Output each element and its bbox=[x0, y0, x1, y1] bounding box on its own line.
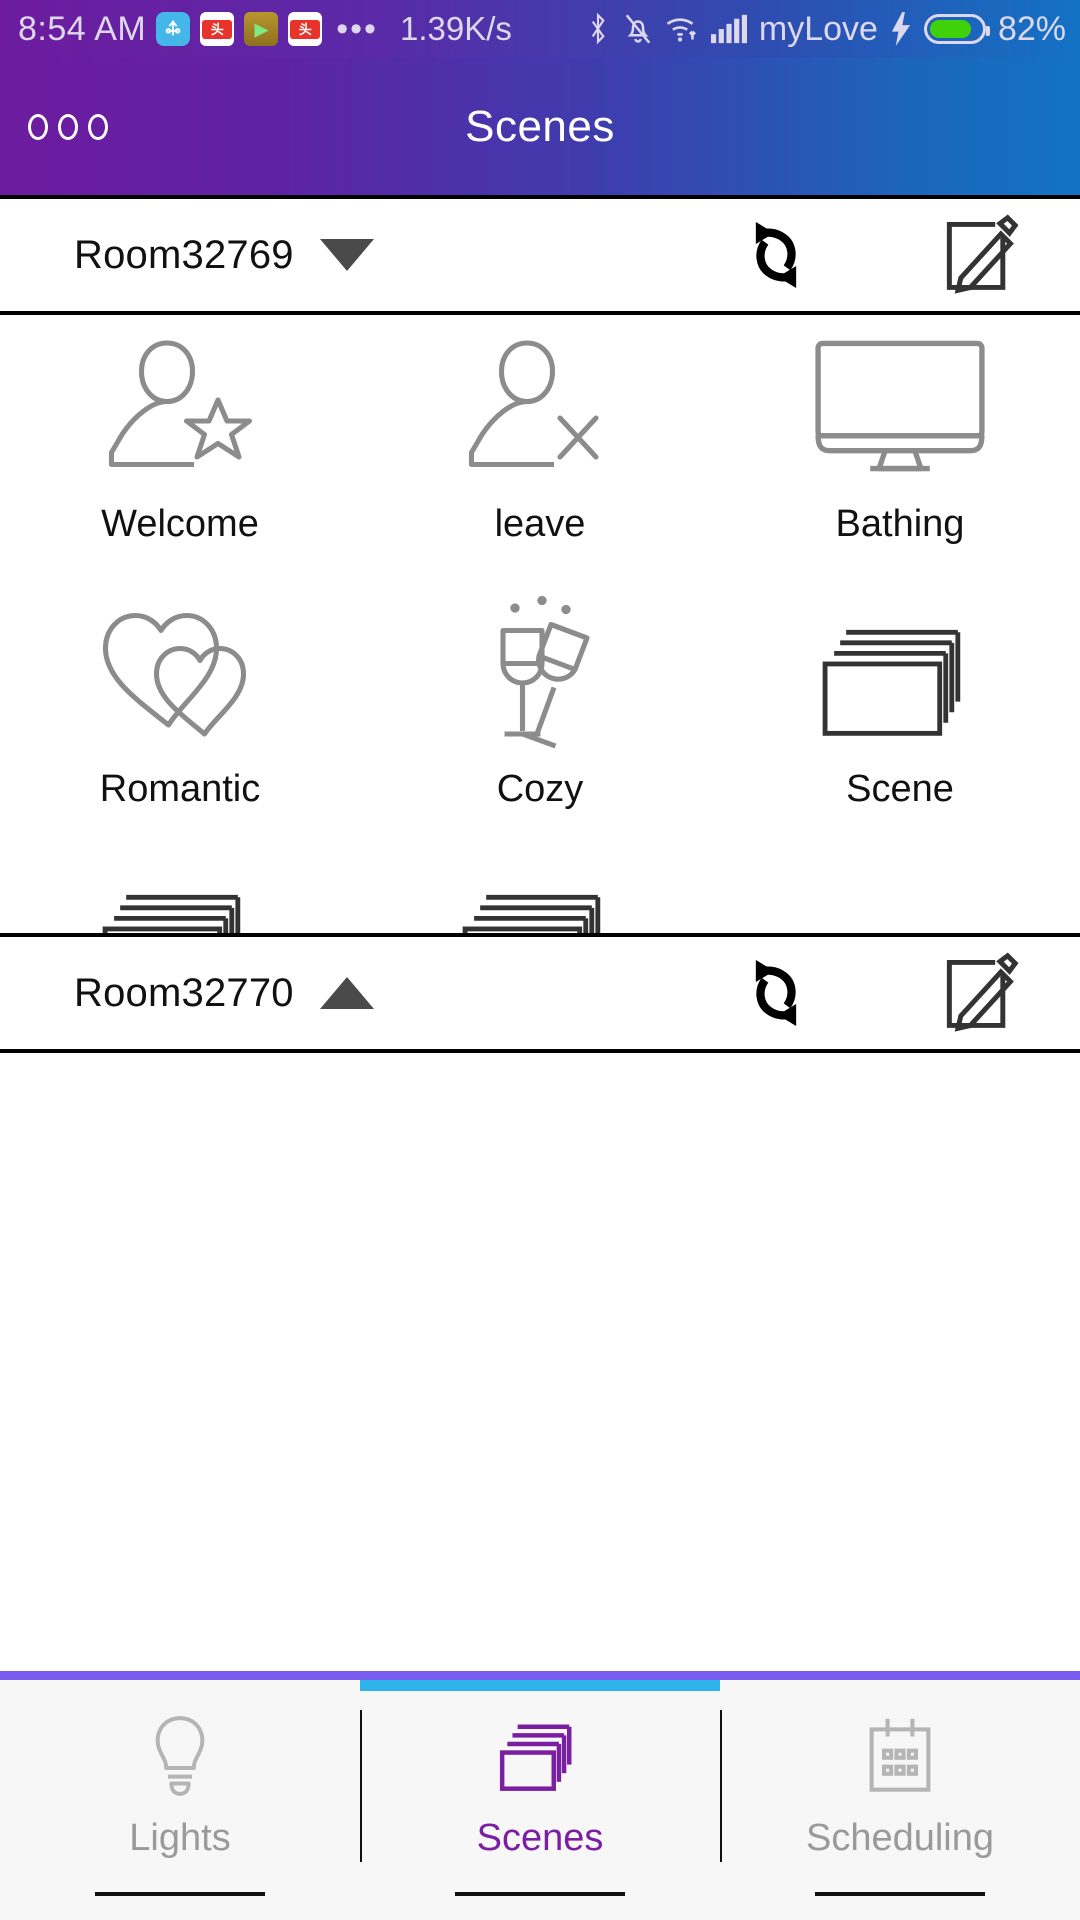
toutiao-icon: 头 bbox=[288, 12, 323, 46]
scene-grid-container: Welcome leave Bathing Romantic Cozy Scen… bbox=[0, 315, 1080, 933]
room-name-label: Room32770 bbox=[74, 970, 294, 1015]
carrier-label: myLove bbox=[758, 9, 878, 48]
scene-label: Romantic bbox=[99, 768, 261, 810]
nav-accent-line bbox=[0, 1671, 1080, 1680]
scene-item-leave[interactable]: leave bbox=[360, 315, 720, 580]
page-title: Scenes bbox=[465, 101, 615, 151]
bottom-navigation: Lights Scenes Scheduling bbox=[0, 1680, 1080, 1892]
scene-label: Cozy bbox=[496, 768, 584, 810]
bluetooth-icon bbox=[585, 12, 611, 46]
nav-tab-lights[interactable]: Lights bbox=[0, 1680, 360, 1892]
champagne-toast-icon bbox=[458, 595, 623, 749]
scene-item-scene[interactable]: Scene bbox=[360, 845, 720, 933]
silent-bell-icon bbox=[623, 12, 653, 46]
nav-label: Scheduling bbox=[805, 1816, 995, 1859]
stacked-cards-icon bbox=[453, 861, 628, 933]
room-header-row[interactable]: Room32769 bbox=[0, 195, 1080, 315]
sync-refresh-icon[interactable] bbox=[722, 947, 830, 1039]
notification-overflow-icon: ••• bbox=[336, 9, 378, 48]
scene-item-scene[interactable]: Scene bbox=[0, 845, 360, 933]
person-x-icon bbox=[458, 331, 623, 481]
scene-grid: Welcome leave Bathing Romantic Cozy Scen… bbox=[0, 315, 1080, 933]
status-bar-right: myLove 82% bbox=[585, 10, 1066, 49]
calendar-icon bbox=[861, 1713, 939, 1799]
scene-item-romantic[interactable]: Romantic bbox=[0, 580, 360, 845]
battery-percent-label: 82% bbox=[997, 9, 1066, 48]
nav-label: Lights bbox=[129, 1816, 231, 1859]
network-speed-label: 1.39K/s bbox=[399, 10, 512, 47]
caret-up-icon[interactable] bbox=[319, 977, 374, 1009]
nav-tab-scheduling[interactable]: Scheduling bbox=[720, 1680, 1080, 1892]
charging-bolt-icon bbox=[890, 12, 912, 46]
stacked-cards-icon bbox=[93, 861, 268, 933]
nav-tab-scenes[interactable]: Scenes bbox=[360, 1680, 720, 1892]
scene-item-cozy[interactable]: Cozy bbox=[360, 580, 720, 845]
scene-item-welcome[interactable]: Welcome bbox=[0, 315, 360, 580]
green-app-icon: ▶ bbox=[244, 12, 279, 46]
battery-icon bbox=[923, 14, 990, 44]
usb-icon bbox=[156, 12, 191, 46]
stacked-cards-icon bbox=[813, 596, 988, 746]
scene-item-bathing[interactable]: Bathing bbox=[720, 315, 1080, 580]
room-name-label: Room32769 bbox=[74, 232, 294, 277]
edit-pencil-icon[interactable] bbox=[924, 209, 1032, 301]
empty-content-area bbox=[0, 1053, 1080, 1671]
scene-label: Welcome bbox=[101, 503, 259, 545]
active-tab-indicator bbox=[360, 1680, 720, 1691]
lightbulb-icon bbox=[141, 1713, 219, 1799]
nav-label: Scenes bbox=[476, 1816, 604, 1859]
monitor-tv-icon bbox=[810, 331, 990, 481]
person-star-icon bbox=[98, 331, 263, 481]
edit-pencil-icon[interactable] bbox=[924, 947, 1032, 1039]
app-header: Scenes bbox=[0, 58, 1080, 195]
cellular-signal-icon bbox=[710, 14, 747, 44]
sync-refresh-icon[interactable] bbox=[722, 209, 830, 301]
two-hearts-icon bbox=[93, 596, 268, 746]
room-header-row[interactable]: Room32770 bbox=[0, 933, 1080, 1053]
wifi-icon bbox=[665, 14, 699, 44]
scene-item-scene[interactable]: Scene bbox=[720, 580, 1080, 845]
toutiao-icon: 头 bbox=[200, 12, 235, 46]
nav-bottom-markers bbox=[0, 1892, 1080, 1920]
stacked-cards-icon bbox=[497, 1713, 583, 1799]
scene-label: Scene bbox=[846, 768, 954, 810]
status-bar: 8:54 AM 头 ▶ 头 ••• 1.39K/s myLove 82% bbox=[0, 0, 1080, 58]
caret-down-icon[interactable] bbox=[319, 239, 374, 271]
phone-screen: 8:54 AM 头 ▶ 头 ••• 1.39K/s myLove 82% Sce… bbox=[0, 0, 1080, 1920]
status-bar-left: 8:54 AM 头 ▶ 头 ••• 1.39K/s bbox=[18, 10, 512, 49]
three-circles-menu-icon[interactable] bbox=[28, 113, 108, 140]
scene-label: leave bbox=[494, 503, 586, 545]
scene-label: Bathing bbox=[835, 503, 965, 545]
status-clock: 8:54 AM bbox=[18, 9, 147, 48]
